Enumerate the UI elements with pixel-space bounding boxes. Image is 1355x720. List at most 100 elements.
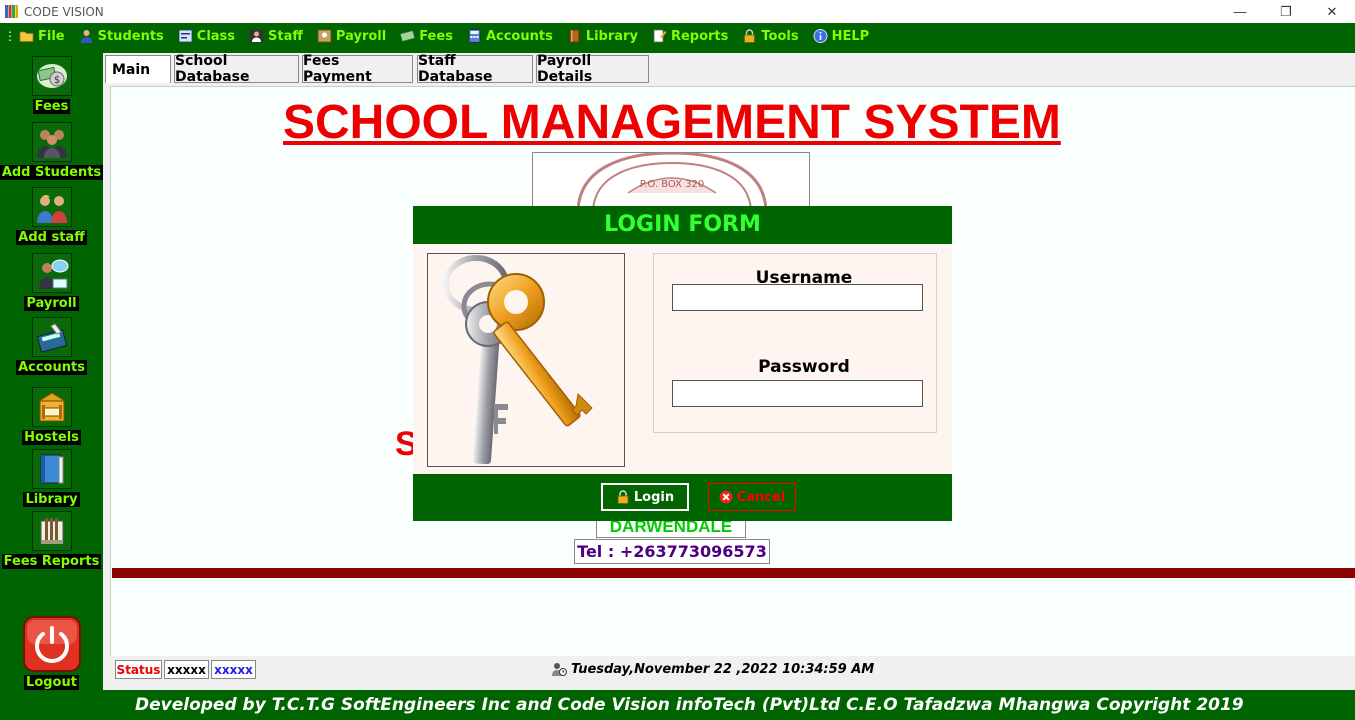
sidebar-item-label: Logout: [24, 675, 79, 690]
window-titlebar: CODE VISION — ❐ ✕: [0, 0, 1355, 23]
menu-reports-label: Reports: [670, 28, 729, 44]
status-label: Status: [115, 660, 162, 679]
menu-grip: ⋮: [4, 29, 16, 43]
menu-payroll-label: Payroll: [335, 28, 387, 44]
footer-copyright: Developed by T.C.T.G SoftEngineers Inc a…: [135, 695, 1244, 715]
money-icon: [399, 29, 416, 43]
menu-help[interactable]: HELP: [813, 28, 870, 44]
tab-staff-database[interactable]: Staff Database: [417, 53, 533, 85]
restore-button[interactable]: ❐: [1263, 0, 1309, 23]
menu-accounts[interactable]: Accounts: [467, 29, 553, 44]
calculator-icon: [31, 317, 72, 357]
page-title: SCHOOL MANAGEMENT SYSTEM: [283, 96, 1061, 149]
footer: Developed by T.C.T.G SoftEngineers Inc a…: [103, 690, 1355, 720]
menu-class-label: Class: [196, 28, 236, 44]
menu-payroll[interactable]: Payroll: [317, 29, 386, 44]
status-bar: Status xxxxx xxxxx Tuesday,November 22 ,…: [103, 656, 1355, 684]
user-clock-icon: [551, 661, 567, 677]
tab-main[interactable]: Main: [105, 55, 171, 83]
menu-file[interactable]: File: [19, 29, 65, 44]
students-group-icon: [31, 122, 72, 162]
minimize-button[interactable]: —: [1217, 0, 1263, 23]
menu-library-label: Library: [585, 28, 638, 44]
folder-icon: [19, 29, 34, 43]
sidebar-item-fees-reports[interactable]: Fees Reports: [0, 511, 103, 569]
keys-image: [427, 253, 625, 467]
payroll-icon: [31, 253, 72, 293]
tab-payroll-details[interactable]: Payroll Details: [536, 53, 649, 85]
status-datetime: Tuesday,November 22 ,2022 10:34:59 AM: [551, 661, 874, 677]
menu-fees[interactable]: Fees: [399, 28, 453, 44]
school-logo: P.O. BOX 320: [532, 152, 810, 212]
sidebar-item-logout[interactable]: Logout: [0, 616, 103, 690]
app-icon: [5, 5, 18, 18]
menu-accounts-label: Accounts: [485, 28, 553, 44]
reports-icon: [31, 511, 72, 551]
sidebar-item-label: Accounts: [16, 360, 87, 375]
login-actions: Login Cancel: [413, 474, 952, 521]
school-telephone: Tel : +263773096573: [574, 539, 770, 564]
cancel-icon: [719, 490, 733, 504]
reports-icon: [652, 29, 667, 43]
tab-fees-payment[interactable]: Fees Payment: [302, 53, 413, 85]
menu-tools[interactable]: Tools: [742, 28, 799, 44]
sidebar-item-accounts[interactable]: Accounts: [0, 317, 103, 375]
book-icon: [567, 29, 582, 43]
sidebar-item-hostels[interactable]: Hostels: [0, 387, 103, 445]
menu-students-label: Students: [97, 28, 164, 44]
lock-icon: [742, 29, 757, 43]
staff-group-icon: [31, 187, 72, 227]
sidebar-item-add-staff[interactable]: Add staff: [0, 187, 103, 245]
close-button[interactable]: ✕: [1309, 0, 1355, 23]
student-icon: [79, 29, 94, 43]
payroll-icon: [317, 29, 332, 43]
sidebar-item-label: Hostels: [22, 430, 81, 445]
cancel-button-label: Cancel: [736, 489, 786, 505]
login-title: LOGIN FORM: [413, 206, 952, 244]
bed-icon: [31, 387, 72, 427]
login-button[interactable]: Login: [601, 483, 689, 511]
window-title: CODE VISION: [24, 4, 104, 19]
datetime-text: Tuesday,November 22 ,2022 10:34:59 AM: [571, 661, 875, 677]
menu-reports[interactable]: Reports: [652, 29, 728, 44]
sidebar-item-label: Library: [23, 492, 80, 507]
status-user: xxxxx: [164, 660, 209, 679]
credentials-panel: Username Password: [653, 253, 937, 433]
key-icon: [443, 255, 593, 465]
menu-fees-label: Fees: [419, 28, 453, 44]
power-icon: [22, 616, 81, 672]
class-icon: [178, 29, 193, 43]
login-button-label: Login: [633, 489, 675, 505]
menu-bar: ⋮ File Students Class Staff Payroll Fees…: [0, 23, 1355, 49]
password-input[interactable]: [672, 380, 923, 407]
sidebar-item-add-students[interactable]: Add Students: [0, 122, 104, 180]
staff-icon: [249, 29, 264, 43]
lock-icon: [616, 490, 630, 504]
menu-help-label: HELP: [831, 28, 870, 44]
menu-tools-label: Tools: [761, 28, 799, 44]
menu-file-label: File: [38, 28, 65, 44]
menu-class[interactable]: Class: [178, 29, 235, 44]
menu-library[interactable]: Library: [567, 29, 638, 44]
sidebar-item-label: Fees: [32, 99, 71, 114]
svg-text:$: $: [53, 75, 59, 86]
cancel-button[interactable]: Cancel: [708, 483, 796, 511]
info-icon: [813, 29, 828, 43]
tab-school-database[interactable]: School Database: [174, 53, 299, 85]
menu-staff-label: Staff: [268, 28, 303, 44]
sidebar-item-fees[interactable]: $ Fees: [0, 56, 103, 114]
sidebar: $ Fees Add Students Add staff Payroll Ac…: [0, 49, 104, 720]
sidebar-item-label: Payroll: [24, 296, 79, 311]
tab-bar: Main School Database Fees Payment Staff …: [103, 49, 1355, 85]
logo-text: P.O. BOX 320: [640, 179, 705, 190]
sidebar-item-label: Fees Reports: [1, 554, 102, 569]
sidebar-item-label: Add Students: [0, 165, 104, 180]
menu-staff[interactable]: Staff: [249, 29, 303, 44]
money-icon: $: [31, 56, 72, 96]
menu-students[interactable]: Students: [79, 29, 164, 44]
calculator-icon: [467, 29, 482, 43]
username-input[interactable]: [672, 284, 923, 311]
sidebar-item-payroll[interactable]: Payroll: [0, 253, 103, 311]
sidebar-item-label: Add staff: [16, 230, 87, 245]
sidebar-item-library[interactable]: Library: [0, 449, 103, 507]
